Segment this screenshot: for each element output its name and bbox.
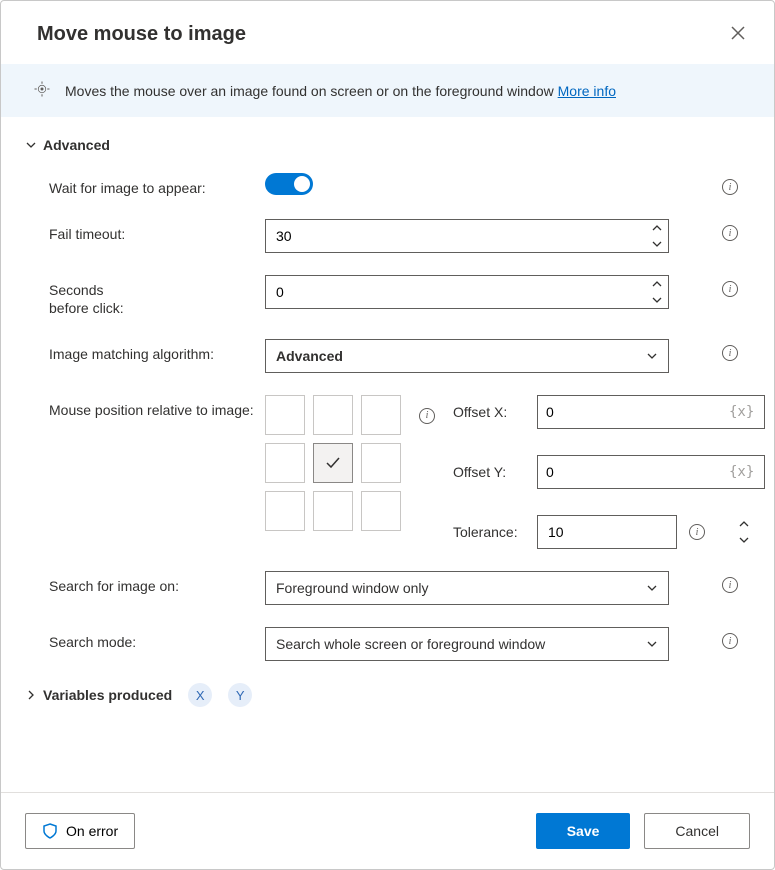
dialog-header: Move mouse to image: [1, 1, 774, 64]
close-icon: [730, 25, 746, 41]
label-search-on: Search for image on:: [49, 571, 265, 595]
row-wait-for-image: Wait for image to appear: i: [25, 173, 750, 197]
label-offset-x: Offset X:: [453, 404, 525, 420]
row-tolerance: Tolerance: i: [453, 515, 774, 549]
offset-rows: Offset X: {x} i Offset Y: {x} i: [453, 395, 774, 549]
stepper-up[interactable]: [646, 220, 668, 236]
label-tolerance: Tolerance:: [453, 524, 525, 540]
label-fail-timeout: Fail timeout:: [49, 219, 265, 243]
target-icon: [33, 80, 51, 101]
shield-icon: [42, 823, 58, 839]
row-seconds-before-click: Seconds before click: i: [25, 275, 750, 317]
info-icon[interactable]: i: [722, 281, 738, 297]
stepper-up[interactable]: [739, 516, 749, 532]
close-button[interactable]: [726, 21, 750, 48]
stepper-fail-timeout: [265, 219, 669, 253]
label-search-mode: Search mode:: [49, 627, 265, 651]
check-icon: [324, 454, 342, 472]
toggle-wait-for-image[interactable]: [265, 173, 313, 195]
select-value: Advanced: [276, 348, 343, 364]
cancel-button[interactable]: Cancel: [644, 813, 750, 849]
row-offset-x: Offset X: {x} i: [453, 395, 774, 429]
variable-chip-x[interactable]: X: [188, 683, 212, 707]
chevron-down-icon: [25, 139, 37, 151]
input-wrap-offset-y: {x}: [537, 455, 765, 489]
description-text: Moves the mouse over an image found on s…: [65, 83, 616, 99]
pos-cell-8[interactable]: [361, 491, 401, 531]
chevron-right-icon: [25, 689, 37, 701]
label-image-matching-algo: Image matching algorithm:: [49, 339, 265, 363]
pos-cell-6[interactable]: [265, 491, 305, 531]
input-seconds-before-click[interactable]: [266, 276, 646, 308]
input-wrap-offset-x: {x}: [537, 395, 765, 429]
stepper-seconds-before-click: [265, 275, 669, 309]
position-grid: [265, 395, 401, 531]
stepper-tolerance: [537, 515, 677, 549]
save-button[interactable]: Save: [536, 813, 631, 849]
pos-cell-2[interactable]: [361, 395, 401, 435]
info-icon[interactable]: i: [689, 524, 705, 540]
chevron-down-icon: [646, 638, 658, 650]
select-search-mode[interactable]: Search whole screen or foreground window: [265, 627, 669, 661]
row-search-on: Search for image on: Foreground window o…: [25, 571, 750, 605]
pos-cell-0[interactable]: [265, 395, 305, 435]
pos-cell-1[interactable]: [313, 395, 353, 435]
label-offset-y: Offset Y:: [453, 464, 525, 480]
info-icon[interactable]: i: [722, 577, 738, 593]
section-advanced-label: Advanced: [43, 137, 110, 153]
info-icon[interactable]: i: [722, 179, 738, 195]
label-variables-produced: Variables produced: [43, 687, 172, 703]
input-tolerance[interactable]: [538, 516, 739, 548]
label-seconds-before-click: Seconds before click:: [49, 275, 265, 317]
description-banner: Moves the mouse over an image found on s…: [1, 64, 774, 117]
on-error-button[interactable]: On error: [25, 813, 135, 849]
footer-actions: Save Cancel: [536, 813, 750, 849]
section-advanced-header[interactable]: Advanced: [25, 137, 750, 153]
var-placeholder-icon[interactable]: {x}: [727, 404, 756, 420]
stepper-down[interactable]: [646, 236, 668, 252]
pos-cell-4-selected[interactable]: [313, 443, 353, 483]
dialog-title: Move mouse to image: [37, 23, 246, 46]
row-mouse-position: Mouse position relative to image: i: [25, 395, 750, 549]
chevron-down-icon: [646, 350, 658, 362]
variable-chip-y[interactable]: Y: [228, 683, 252, 707]
select-value: Foreground window only: [276, 580, 429, 596]
select-image-matching-algo[interactable]: Advanced: [265, 339, 669, 373]
stepper-up[interactable]: [646, 276, 668, 292]
input-offset-x[interactable]: [546, 404, 727, 420]
info-icon[interactable]: i: [722, 225, 738, 241]
dialog-body: Advanced Wait for image to appear: i Fai…: [1, 117, 774, 792]
row-fail-timeout: Fail timeout: i: [25, 219, 750, 253]
row-search-mode: Search mode: Search whole screen or fore…: [25, 627, 750, 661]
pos-cell-3[interactable]: [265, 443, 305, 483]
stepper-down[interactable]: [646, 292, 668, 308]
section-variables-produced[interactable]: Variables produced X Y: [25, 683, 750, 707]
dialog-move-mouse-to-image: Move mouse to image Moves the mouse over…: [0, 0, 775, 870]
info-icon[interactable]: i: [722, 633, 738, 649]
pos-cell-7[interactable]: [313, 491, 353, 531]
label-wait-for-image: Wait for image to appear:: [49, 173, 265, 197]
dialog-footer: On error Save Cancel: [1, 792, 774, 869]
row-offset-y: Offset Y: {x} i: [453, 455, 774, 489]
var-placeholder-icon[interactable]: {x}: [727, 464, 756, 480]
stepper-down[interactable]: [739, 532, 749, 548]
chevron-down-icon: [646, 582, 658, 594]
info-icon[interactable]: i: [722, 345, 738, 361]
label-mouse-position: Mouse position relative to image:: [49, 395, 265, 419]
select-search-on[interactable]: Foreground window only: [265, 571, 669, 605]
more-info-link[interactable]: More info: [558, 83, 616, 99]
input-offset-y[interactable]: [546, 464, 727, 480]
info-icon[interactable]: i: [419, 408, 435, 424]
row-image-matching-algo: Image matching algorithm: Advanced i: [25, 339, 750, 373]
pos-cell-5[interactable]: [361, 443, 401, 483]
select-value: Search whole screen or foreground window: [276, 636, 545, 652]
input-fail-timeout[interactable]: [266, 220, 646, 252]
